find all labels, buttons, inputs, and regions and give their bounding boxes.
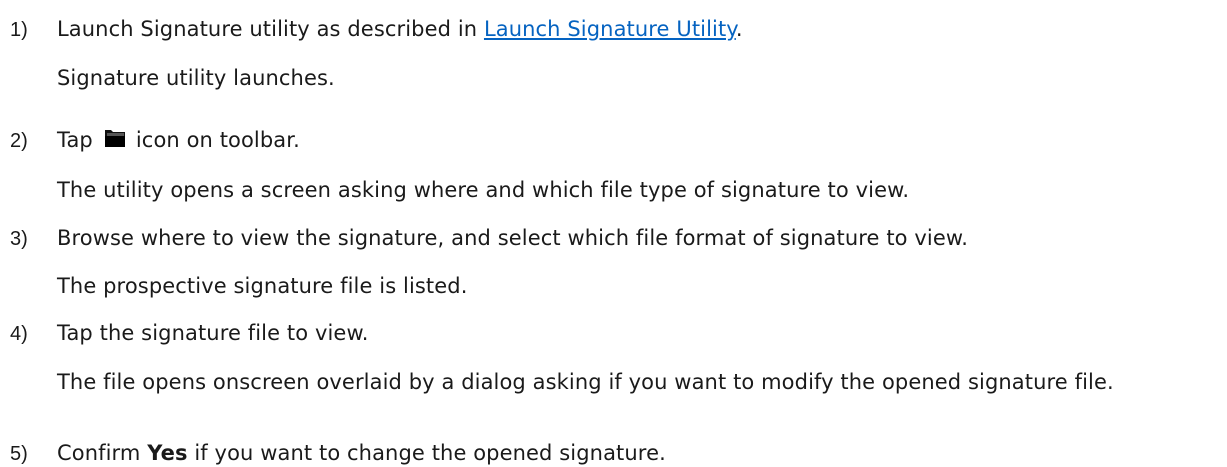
step-instruction: Tap icon on toolbar. xyxy=(57,127,300,153)
step-number: 4) xyxy=(10,323,28,345)
instruction-text: Launch Signature utility as described in xyxy=(57,17,484,41)
instruction-text: Tap xyxy=(57,128,93,152)
step-result: The file opens onscreen overlaid by a di… xyxy=(57,370,1114,394)
step-number: 5) xyxy=(10,443,28,465)
step-result: The utility opens a screen asking where … xyxy=(57,178,910,202)
step-instruction: Launch Signature utility as described in… xyxy=(57,16,743,42)
instruction-text: Confirm xyxy=(57,441,148,465)
instruction-text-end: if you want to change the opened signatu… xyxy=(187,441,666,465)
step-number: 2) xyxy=(10,130,28,152)
step-instruction: Browse where to view the signature, and … xyxy=(57,226,968,250)
instruction-text-end: . xyxy=(735,17,743,41)
yes-emphasis: Yes xyxy=(147,441,188,465)
step-instruction: Confirm Yes if you want to change the op… xyxy=(57,440,666,466)
launch-signature-utility-link[interactable]: Launch Signature Utility xyxy=(484,17,736,41)
step-instruction: Tap the signature file to view. xyxy=(57,321,369,345)
folder-icon xyxy=(104,127,126,149)
step-result: Signature utility launches. xyxy=(57,66,335,90)
instruction-text-end: icon on toolbar. xyxy=(135,128,300,152)
step-number: 3) xyxy=(10,228,28,250)
step-number: 1) xyxy=(10,19,28,41)
step-result: The prospective signature file is listed… xyxy=(57,274,468,298)
